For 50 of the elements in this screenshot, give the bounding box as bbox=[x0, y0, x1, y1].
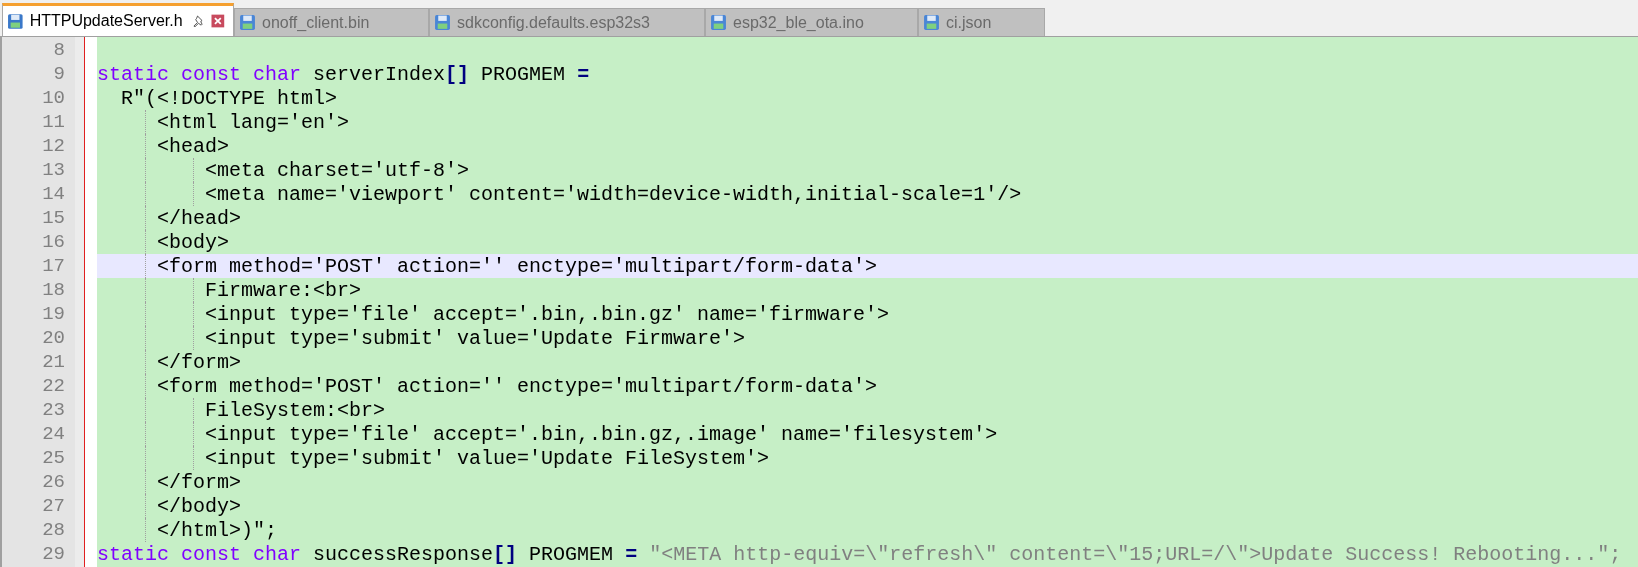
file-tab[interactable]: onoff_client.bin bbox=[234, 8, 429, 36]
line-number: 11 bbox=[42, 111, 65, 133]
code-line: <input type='file' accept='.bin,.bin.gz' name='firmware'> bbox=[205, 302, 890, 326]
pin-icon[interactable] bbox=[192, 14, 206, 28]
code-line: </html>)"; bbox=[157, 518, 278, 542]
code-line: <html lang='en'> bbox=[157, 110, 350, 134]
code-line: static const char successResponse[] PROGMEM = "<META http-equiv=\"refresh\" content=\"15;URL=/\">Update Success! Rebooting..."; bbox=[97, 542, 1622, 566]
code-line: </form> bbox=[157, 350, 241, 374]
line-number: 23 bbox=[42, 399, 65, 421]
code-line: <meta name='viewport' content='width=device-width,initial-scale=1'/> bbox=[205, 182, 1022, 206]
line-number: 15 bbox=[42, 207, 65, 229]
line-number: 12 bbox=[42, 135, 65, 157]
code-line: <form method='POST' action='' enctype='multipart/form-data'> bbox=[157, 254, 878, 278]
code-line: </body> bbox=[157, 494, 241, 518]
line-number: 28 bbox=[42, 519, 65, 541]
line-number: 29 bbox=[42, 543, 65, 565]
line-number: 10 bbox=[42, 87, 65, 109]
line-number: 27 bbox=[42, 495, 65, 517]
code-line: static const char serverIndex[] PROGMEM = bbox=[97, 62, 590, 86]
line-number: 24 bbox=[42, 423, 65, 445]
file-tab[interactable]: esp32_ble_ota.ino bbox=[705, 8, 918, 36]
line-number: 19 bbox=[42, 303, 65, 325]
file-tab[interactable]: ci.json bbox=[918, 8, 1045, 36]
line-number: 18 bbox=[42, 279, 65, 301]
code-line: </form> bbox=[157, 470, 241, 494]
code-line: <input type='submit' value='Update Firmware'> bbox=[205, 326, 746, 350]
code-line: <meta charset='utf-8'> bbox=[205, 158, 470, 182]
line-number: 16 bbox=[42, 231, 65, 253]
line-number: 20 bbox=[42, 327, 65, 349]
line-number: 22 bbox=[42, 375, 65, 397]
line-number: 13 bbox=[42, 159, 65, 181]
code-line: FileSystem:<br> bbox=[205, 398, 386, 422]
code-line: <form method='POST' action='' enctype='multipart/form-data'> bbox=[157, 374, 878, 398]
code-line: <input type='file' accept='.bin,.bin.gz,.image' name='filesystem'> bbox=[205, 422, 998, 446]
code-line: R"(<!DOCTYPE html> bbox=[121, 86, 338, 110]
code-line: <head> bbox=[157, 134, 229, 158]
code-line: <input type='submit' value='Update FileSystem'> bbox=[205, 446, 770, 470]
line-number: 17 bbox=[42, 255, 65, 277]
file-tab[interactable]: sdkconfig.defaults.esp32s3 bbox=[429, 8, 705, 36]
file-tab[interactable]: HTTPUpdateServer.h bbox=[2, 3, 234, 36]
line-number: 25 bbox=[42, 447, 65, 469]
line-number: 21 bbox=[42, 351, 65, 373]
line-number: 8 bbox=[53, 39, 65, 61]
close-icon[interactable] bbox=[211, 14, 225, 28]
code-line: <body> bbox=[157, 230, 229, 254]
line-number: 9 bbox=[53, 63, 65, 85]
code-line: </head> bbox=[157, 206, 241, 230]
line-number: 26 bbox=[42, 471, 65, 493]
code-line: Firmware:<br> bbox=[205, 278, 362, 302]
line-number: 14 bbox=[42, 183, 65, 205]
